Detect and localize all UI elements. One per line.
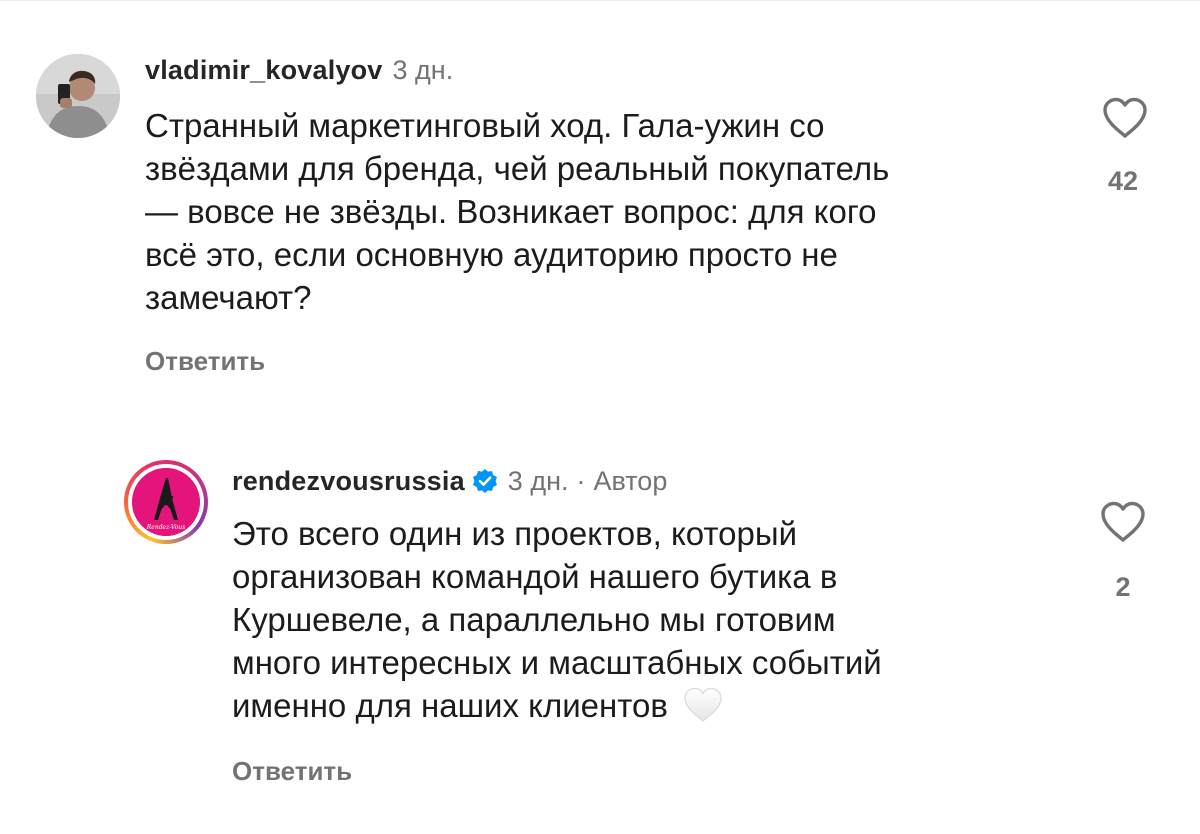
reply-button[interactable]: Ответить: [232, 756, 352, 787]
comment-line: всё это, если основную аудиторию просто …: [145, 236, 838, 273]
comment-line: именно для наших клиентов: [232, 687, 668, 724]
verified-badge-icon: [472, 469, 497, 493]
timestamp: 3 дн.: [392, 55, 454, 85]
story-ring: Rendez-Vous: [124, 460, 208, 544]
like-count: 2: [1115, 572, 1131, 602]
like-button[interactable]: [1099, 500, 1147, 544]
comment-line: — вовсе не звёзды. Возникает вопрос: для…: [145, 193, 877, 230]
heart-outline-icon: [1103, 97, 1147, 138]
username[interactable]: rendezvousrussia: [232, 466, 465, 497]
username[interactable]: vladimir_kovalyov: [145, 55, 383, 86]
comment-line: Это всего один из проектов, который: [232, 515, 798, 552]
comment-line: Странный маркетинговый ход. Гала-ужин со: [145, 107, 825, 144]
avatar[interactable]: [36, 54, 120, 138]
comment-text: Это всего один из проектов, который орга…: [232, 512, 882, 727]
comment-line: организован командой нашего бутика в: [232, 558, 838, 595]
comment-line-with-emoji: именно для наших клиентов: [232, 684, 882, 727]
comment-header: vladimir_kovalyov 3 дн.: [145, 55, 453, 86]
author-tag: Автор: [593, 466, 668, 496]
heart-outline-icon: [1101, 501, 1145, 542]
comment-line: замечают?: [145, 279, 312, 316]
avatar[interactable]: Rendez-Vous: [124, 460, 208, 544]
brand-logo-avatar-icon: Rendez-Vous: [132, 468, 200, 536]
comment-line: звёздами для бренда, чей реальный покупа…: [145, 150, 890, 187]
reply-button[interactable]: Ответить: [145, 346, 265, 377]
comment-line: Куршевеле, а параллельно мы готовим: [232, 601, 836, 638]
user-photo-avatar-icon: [36, 54, 120, 138]
top-divider: [0, 0, 1200, 1]
timestamp: 3 дн.: [507, 466, 569, 496]
comment-header: rendezvousrussia 3 дн. · Автор: [232, 464, 667, 497]
white-heart-emoji-icon: [684, 687, 722, 722]
comment-text: Странный маркетинговый ход. Гала-ужин со…: [145, 104, 889, 319]
like-button[interactable]: [1101, 96, 1149, 140]
comment-line: много интересных и масштабных событий: [232, 644, 882, 681]
logo-text: Rendez-Vous: [146, 524, 185, 531]
separator: ·: [576, 466, 586, 496]
like-count: 42: [1107, 166, 1139, 196]
